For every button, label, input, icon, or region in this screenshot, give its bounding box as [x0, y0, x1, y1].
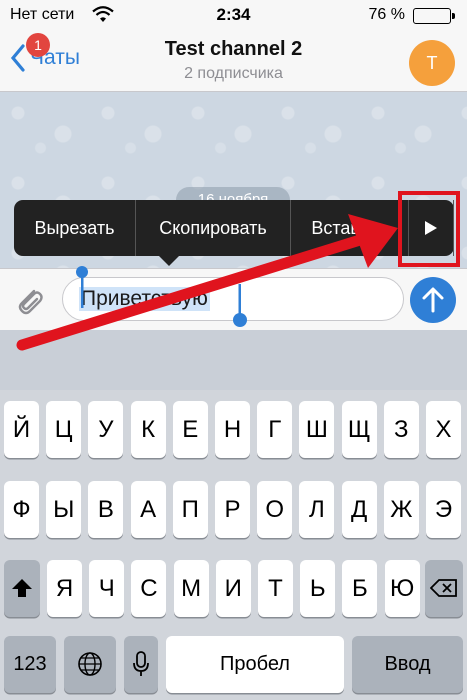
- menu-pointer: [159, 256, 179, 266]
- paste-button[interactable]: Вставить: [291, 200, 409, 256]
- annotation-highlight-box: [398, 191, 460, 267]
- dictation-key[interactable]: [124, 636, 158, 693]
- keyboard: ЙЦУКЕНГШЩЗХ ФЫВАПРОЛДЖЭ ЯЧСМИТЬБЮ 123 Пр…: [0, 390, 467, 700]
- nav-bar: Чаты 1 Test channel 2 2 подписчика T: [0, 30, 467, 92]
- microphone-icon: [133, 651, 149, 676]
- key-row2-0[interactable]: Ф: [4, 481, 39, 538]
- key-row3-8[interactable]: Ю: [384, 560, 420, 617]
- key-row1-7[interactable]: Ш: [299, 401, 335, 458]
- paperclip-icon[interactable]: [12, 283, 48, 324]
- key-row3-7[interactable]: Б: [342, 560, 378, 617]
- key-row2-7[interactable]: Л: [299, 481, 335, 538]
- keyboard-top-gap: [0, 330, 467, 390]
- key-row2-5[interactable]: Р: [215, 481, 250, 538]
- key-row2-1[interactable]: Ы: [46, 481, 82, 538]
- message-input[interactable]: Приветствую: [62, 266, 404, 327]
- copy-button[interactable]: Скопировать: [136, 200, 291, 256]
- key-row1-2[interactable]: У: [88, 401, 124, 458]
- key-row2-3[interactable]: А: [130, 481, 166, 538]
- shift-key[interactable]: [4, 560, 40, 617]
- key-row1-9[interactable]: З: [383, 401, 419, 458]
- return-key[interactable]: Ввод: [352, 636, 463, 693]
- key-row1-1[interactable]: Ц: [46, 401, 82, 458]
- key-row2-4[interactable]: П: [172, 481, 208, 538]
- key-row1-0[interactable]: Й: [4, 401, 39, 458]
- edit-menu: Вырезать Скопировать Вставить: [14, 200, 454, 266]
- cut-button[interactable]: Вырезать: [14, 200, 136, 256]
- battery-icon: [413, 8, 455, 24]
- key-row2-8[interactable]: Д: [341, 481, 377, 538]
- delete-icon: [429, 579, 457, 597]
- send-button[interactable]: [410, 277, 456, 323]
- globe-key[interactable]: [64, 636, 116, 693]
- shift-arrow-icon: [12, 579, 32, 597]
- key-row3-1[interactable]: Ч: [89, 560, 125, 617]
- key-row1-10[interactable]: Х: [426, 401, 461, 458]
- key-row3-4[interactable]: И: [215, 560, 251, 617]
- key-row2-2[interactable]: В: [88, 481, 124, 538]
- backspace-key[interactable]: [425, 560, 463, 617]
- key-row3-2[interactable]: С: [131, 560, 167, 617]
- key-row2-9[interactable]: Ж: [383, 481, 419, 538]
- input-text[interactable]: Приветствую: [79, 287, 210, 311]
- key-row3-3[interactable]: М: [173, 560, 209, 617]
- key-row2-6[interactable]: О: [257, 481, 293, 538]
- chat-title[interactable]: Test channel 2: [0, 38, 467, 61]
- key-row3-6[interactable]: Ь: [300, 560, 336, 617]
- key-row1-5[interactable]: Н: [215, 401, 250, 458]
- subscriber-count: 2 подписчика: [184, 65, 283, 82]
- avatar[interactable]: T: [409, 40, 455, 86]
- battery-percent: 76 %: [368, 6, 405, 23]
- key-row3-0[interactable]: Я: [47, 560, 82, 617]
- space-key[interactable]: Пробел: [166, 636, 344, 693]
- message-input-bar: Приветствую: [0, 266, 467, 330]
- key-row1-3[interactable]: К: [130, 401, 166, 458]
- selection-start-handle[interactable]: [76, 266, 88, 310]
- globe-icon: [78, 652, 102, 676]
- key-row3-5[interactable]: Т: [258, 560, 293, 617]
- key-row1-6[interactable]: Г: [257, 401, 293, 458]
- arrow-up-icon: [422, 287, 444, 313]
- status-bar: Нет сети 2:34 76 %: [0, 0, 467, 30]
- key-row1-8[interactable]: Щ: [341, 401, 377, 458]
- numbers-key[interactable]: 123: [4, 636, 56, 693]
- selection-end-handle[interactable]: [232, 284, 248, 328]
- key-row2-10[interactable]: Э: [426, 481, 461, 538]
- key-row1-4[interactable]: Е: [172, 401, 208, 458]
